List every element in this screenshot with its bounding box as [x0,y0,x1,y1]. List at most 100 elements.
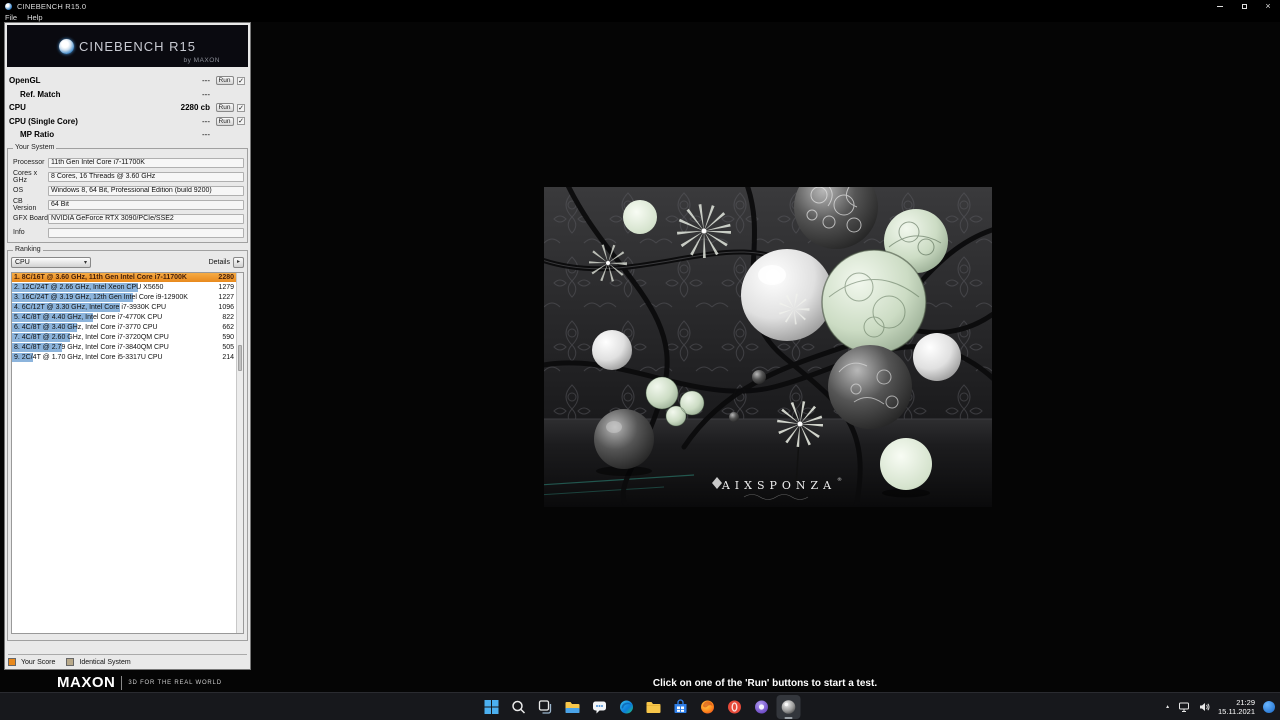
system-field-label: Processor [11,159,48,166]
ranking-row[interactable]: 4. 6C/12T @ 3.30 GHz, Intel Core i7-3930… [12,303,236,313]
ranking-label: 9. 2C/4T @ 1.70 GHz, Intel Core i5-3317U… [14,354,163,361]
ranking-box: Ranking CPU ▾ Details ▸ 1. 8C/16T @ 3.60… [7,250,248,641]
network-icon[interactable] [1178,701,1190,713]
ranking-score: 662 [222,324,234,331]
render-preview: AIXSPONZA ® [544,187,992,507]
system-field-value[interactable] [48,228,244,238]
window-title: CINEBENCH R15.0 [17,2,86,11]
taskbar-clock[interactable]: 21:29 15.11.2021 [1218,698,1255,716]
benchmark-row: CPU (Single Core)---Run✓ [5,115,250,129]
ranking-filter-dropdown[interactable]: CPU ▾ [11,257,91,268]
legend-swatch-identical [66,658,74,666]
close-button[interactable]: × [1256,0,1280,12]
taskbar-icon-app-orange[interactable] [696,695,720,719]
tray-expand-chevron[interactable]: ▲ [1165,704,1170,710]
ranking-row[interactable]: 8. 4C/8T @ 2.79 GHz, Intel Core i7-3840Q… [12,343,236,353]
control-panel: CINEBENCH R15 by MAXON OpenGL---Run✓Ref.… [4,22,251,670]
benchmark-checkbox[interactable]: ✓ [237,104,245,112]
system-field-row: Cores x GHz8 Cores, 16 Threads @ 3.60 GH… [11,170,244,184]
ranking-row[interactable]: 6. 4C/8T @ 3.40 GHz, Intel Core i7-3770 … [12,323,236,333]
system-field-label: GFX Board [11,215,48,222]
system-field-value[interactable]: 8 Cores, 16 Threads @ 3.60 GHz [48,172,244,182]
benchmark-list: OpenGL---Run✓Ref. Match---CPU2280 cbRun✓… [5,74,250,142]
system-tray: ▲ 21:29 15.11.2021 [1165,693,1277,720]
ranking-row[interactable]: 7. 4C/8T @ 2.60 GHz, Intel Core i7-3720Q… [12,333,236,343]
details-button[interactable]: ▸ [233,257,244,268]
your-system-title: Your System [13,144,56,151]
system-field-row: Processor11th Gen Intel Core i7-11700K [11,156,244,170]
ranking-legend: Your ScoreIdentical System [8,654,247,666]
benchmark-value: --- [202,117,214,126]
notification-icon[interactable] [1263,701,1275,713]
benchmark-checkbox[interactable]: ✓ [237,77,245,85]
taskbar-icon-store[interactable] [669,695,693,719]
run-button[interactable]: Run [216,76,234,85]
system-field-value[interactable]: Windows 8, 64 Bit, Professional Edition … [48,186,244,196]
ranking-scrollbar[interactable] [236,273,243,633]
benchmark-run-cell: Run [214,117,235,126]
legend-label: Identical System [79,659,130,666]
ranking-row[interactable]: 9. 2C/4T @ 1.70 GHz, Intel Core i5-3317U… [12,353,236,363]
cinebench-logo-icon [59,39,74,54]
benchmark-row: Ref. Match--- [5,88,250,102]
benchmark-row: CPU2280 cbRun✓ [5,101,250,115]
benchmark-row: MP Ratio--- [5,128,250,142]
ranking-row[interactable]: 3. 16C/24T @ 3.19 GHz, 12th Gen Intel Co… [12,293,236,303]
benchmark-run-cell: Run [214,103,235,112]
benchmark-row: OpenGL---Run✓ [5,74,250,88]
benchmark-value: --- [202,130,214,139]
menu-item-file[interactable]: File [0,13,22,22]
client-area: CINEBENCH R15 by MAXON OpenGL---Run✓Ref.… [0,22,1280,692]
benchmark-check-cell: ✓ [235,104,247,112]
legend-swatch-your [8,658,16,666]
ranking-label: 5. 4C/8T @ 4.40 GHz, Intel Core i7-4770K… [14,314,162,321]
system-field-row: GFX BoardNVIDIA GeForce RTX 3090/PCIe/SS… [11,212,244,226]
taskbar-icon-start[interactable] [480,695,504,719]
taskbar-icon-search[interactable] [507,695,531,719]
taskbar-icon-file-explorer[interactable] [561,695,585,719]
menu-item-help[interactable]: Help [22,13,47,22]
system-field-value[interactable]: 11th Gen Intel Core i7-11700K [48,158,244,168]
render-scene: AIXSPONZA ® [544,187,992,507]
taskbar-icon-folder[interactable] [642,695,666,719]
taskbar-icon-task-view[interactable] [534,695,558,719]
ranking-row[interactable]: 2. 12C/24T @ 2.66 GHz, Intel Xeon CPU X5… [12,283,236,293]
volume-icon[interactable] [1198,701,1210,713]
details-label: Details [209,259,230,266]
run-button[interactable]: Run [216,103,234,112]
ranking-header: CPU ▾ Details ▸ [11,257,244,269]
benchmark-value: 2280 cb [181,103,214,112]
taskbar: ▲ 21:29 15.11.2021 [0,692,1280,720]
taskbar-icon-edge[interactable] [615,695,639,719]
ranking-score: 1279 [218,284,234,291]
taskbar-icon-cinebench[interactable] [777,695,801,719]
ranking-score: 214 [222,354,234,361]
benchmark-checkbox[interactable]: ✓ [237,117,245,125]
ranking-label: 4. 6C/12T @ 3.30 GHz, Intel Core i7-3930… [14,304,166,311]
system-field-value[interactable]: NVIDIA GeForce RTX 3090/PCIe/SSE2 [48,214,244,224]
ranking-row[interactable]: 1. 8C/16T @ 3.60 GHz, 11th Gen Intel Cor… [12,273,236,283]
taskbar-icon-chat[interactable] [588,695,612,719]
maximize-button[interactable] [1232,0,1256,12]
minimize-button[interactable] [1208,0,1232,12]
taskbar-icon-app-red[interactable] [723,695,747,719]
ranking-scrollbar-thumb[interactable] [238,345,242,371]
run-button[interactable]: Run [216,117,234,126]
ranking-label: 8. 4C/8T @ 2.79 GHz, Intel Core i7-3840Q… [14,344,169,351]
system-field-row: Info [11,226,244,240]
benchmark-label: OpenGL [9,76,202,85]
ranking-label: 1. 8C/16T @ 3.60 GHz, 11th Gen Intel Cor… [14,274,187,281]
ranking-title: Ranking [13,246,43,253]
maxon-logo: MAXON [57,674,115,691]
system-field-row: CB Version64 Bit [11,198,244,212]
system-field-row: OSWindows 8, 64 Bit, Professional Editio… [11,184,244,198]
ranking-row[interactable]: 5. 4C/8T @ 4.40 GHz, Intel Core i7-4770K… [12,313,236,323]
taskbar-icon-app-purple[interactable] [750,695,774,719]
ranking-score: 590 [222,334,234,341]
clock-date: 15.11.2021 [1218,707,1255,716]
taskbar-center [480,695,801,719]
system-field-value[interactable]: 64 Bit [48,200,244,210]
chevron-down-icon: ▾ [84,259,87,266]
ranking-score: 2280 [218,274,234,281]
ranking-label: 7. 4C/8T @ 2.60 GHz, Intel Core i7-3720Q… [14,334,169,341]
